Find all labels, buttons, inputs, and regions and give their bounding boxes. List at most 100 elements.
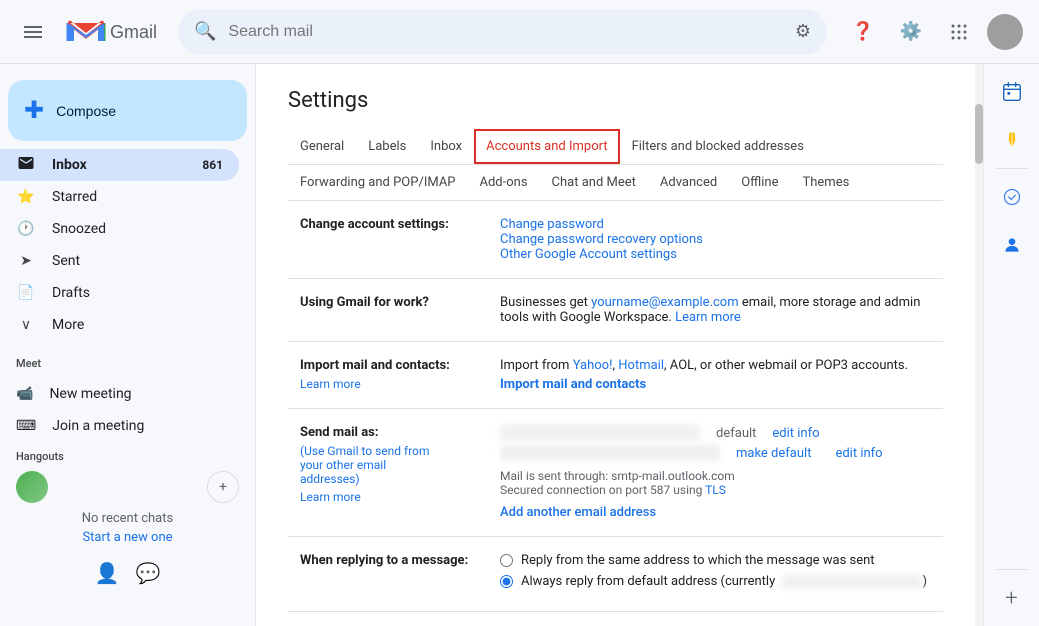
sidebar-item-starred[interactable]: ⭐ Starred bbox=[0, 181, 239, 213]
gmail-m-icon bbox=[66, 19, 106, 45]
tasks-icon[interactable] bbox=[992, 177, 1032, 217]
workspace-learn-more[interactable]: Learn more bbox=[675, 310, 741, 325]
radio-same-address[interactable] bbox=[500, 554, 513, 567]
google-account-link[interactable]: Other Google Account settings bbox=[500, 247, 677, 262]
person-icon[interactable]: 👤 bbox=[95, 561, 120, 585]
send-mail-learn-more[interactable]: Learn more bbox=[300, 490, 476, 504]
main-area: ✚ Compose Inbox 861 ⭐ Starred 🕐 Snoozed … bbox=[0, 64, 1039, 626]
sidebar-item-snoozed[interactable]: 🕐 Snoozed bbox=[0, 213, 239, 245]
add-app-button[interactable]: + bbox=[992, 578, 1032, 618]
snoozed-label: Snoozed bbox=[52, 221, 106, 237]
gmail-logo[interactable]: Gmail bbox=[66, 19, 162, 45]
radio-default-address[interactable] bbox=[500, 575, 513, 588]
sidebar-item-drafts[interactable]: 📄 Drafts bbox=[0, 277, 239, 309]
import-contacts-link[interactable]: Import mail and contacts bbox=[500, 377, 931, 392]
sidebar-bottom: 👤 💬 bbox=[0, 553, 255, 593]
meet-section-label: Meet bbox=[0, 349, 255, 378]
email-1-edit-link[interactable]: edit info bbox=[772, 426, 819, 441]
settings-table: Change account settings: Change password… bbox=[288, 201, 943, 612]
app-container: Gmail 🔍 ⚙ ❓ ⚙️ bbox=[0, 0, 1039, 626]
reply-to-label: When replying to a message: bbox=[300, 553, 468, 568]
smtp-info: Mail is sent through: smtp-mail.outlook.… bbox=[500, 469, 931, 497]
tab-general[interactable]: General bbox=[288, 129, 356, 164]
settings-tabs-row1: General Labels Inbox Accounts and Import… bbox=[288, 129, 943, 165]
tab-inbox[interactable]: Inbox bbox=[418, 129, 474, 164]
tab-forwarding[interactable]: Forwarding and POP/IMAP bbox=[288, 165, 468, 200]
email-1-address bbox=[500, 425, 700, 441]
tab-themes[interactable]: Themes bbox=[791, 165, 862, 200]
starred-label: Starred bbox=[52, 189, 97, 205]
tab-filters[interactable]: Filters and blocked addresses bbox=[620, 129, 816, 164]
hangouts-avatar bbox=[16, 471, 48, 503]
tab-addons[interactable]: Add-ons bbox=[468, 165, 540, 200]
tab-accounts[interactable]: Accounts and Import bbox=[474, 129, 619, 164]
sent-icon: ➤ bbox=[16, 253, 36, 269]
inbox-icon bbox=[16, 154, 36, 176]
no-recent-chats: No recent chats bbox=[16, 511, 239, 526]
sidebar-item-sent[interactable]: ➤ Sent bbox=[0, 245, 239, 277]
filter-icon[interactable]: ⚙ bbox=[795, 21, 811, 42]
section-reply-to: When replying to a message: Reply from t… bbox=[288, 537, 943, 612]
scrollbar-area bbox=[975, 64, 983, 626]
sidebar-item-join-meeting[interactable]: ⌨ Join a meeting bbox=[0, 410, 255, 442]
email-1-default-badge: default bbox=[716, 426, 756, 441]
email-2-make-default-link[interactable]: make default bbox=[736, 446, 811, 461]
gmail-text-icon: Gmail bbox=[110, 22, 162, 42]
right-sidebar-divider-2 bbox=[996, 569, 1028, 570]
section-gmail-work: Using Gmail for work? Businesses get you… bbox=[288, 279, 943, 342]
tab-advanced[interactable]: Advanced bbox=[648, 165, 729, 200]
sidebar-item-new-meeting[interactable]: 📹 New meeting bbox=[0, 378, 255, 410]
tls-link[interactable]: TLS bbox=[705, 483, 726, 497]
right-sidebar: + bbox=[983, 64, 1039, 626]
inbox-badge: 861 bbox=[202, 158, 223, 172]
start-new-chat[interactable]: Start a new one bbox=[16, 530, 239, 545]
hangouts-add-button[interactable]: + bbox=[207, 471, 239, 503]
search-input[interactable] bbox=[228, 23, 782, 41]
email-row-2: make default edit info bbox=[500, 445, 931, 461]
settings-button[interactable]: ⚙️ bbox=[891, 12, 931, 52]
drafts-icon: 📄 bbox=[16, 285, 36, 301]
radio-option-default-address: Always reply from default address (curre… bbox=[500, 574, 931, 589]
email-row-1: default edit info bbox=[500, 425, 931, 441]
radio-option-same-address: Reply from the same address to which the… bbox=[500, 553, 931, 568]
email-2-edit-link[interactable]: edit info bbox=[835, 446, 882, 461]
join-meeting-label: Join a meeting bbox=[52, 418, 144, 434]
radio-default-address-label: Always reply from default address (curre… bbox=[521, 574, 927, 589]
calendar-icon[interactable] bbox=[992, 72, 1032, 112]
example-email-link[interactable]: yourname@example.com bbox=[591, 295, 738, 310]
compose-button[interactable]: ✚ Compose bbox=[8, 80, 247, 141]
tab-chat[interactable]: Chat and Meet bbox=[540, 165, 648, 200]
new-meeting-icon: 📹 bbox=[16, 386, 33, 402]
chat-icon[interactable]: 💬 bbox=[136, 561, 161, 585]
change-password-link[interactable]: Change password bbox=[500, 217, 604, 232]
tab-labels[interactable]: Labels bbox=[356, 129, 418, 164]
contacts-icon[interactable] bbox=[992, 225, 1032, 265]
change-recovery-link[interactable]: Change password recovery options bbox=[500, 232, 703, 247]
sidebar-item-inbox[interactable]: Inbox 861 bbox=[0, 149, 239, 181]
avatar[interactable] bbox=[987, 14, 1023, 50]
sidebar-item-more[interactable]: ∨ More bbox=[0, 309, 239, 341]
apps-button[interactable] bbox=[939, 12, 979, 52]
more-chevron-icon: ∨ bbox=[16, 317, 36, 333]
section-import-mail: Import mail and contacts: Learn more Imp… bbox=[288, 342, 943, 409]
top-bar-actions: ❓ ⚙️ bbox=[843, 12, 1023, 52]
yahoo-link[interactable]: Yahoo! bbox=[573, 358, 613, 373]
section-change-account: Change account settings: Change password… bbox=[288, 201, 943, 279]
import-description: Import from Yahoo!, Hotmail, AOL, or oth… bbox=[500, 358, 908, 373]
import-learn-more[interactable]: Learn more bbox=[300, 377, 476, 391]
section-send-mail: Send mail as: (Use Gmail to send fromyou… bbox=[288, 409, 943, 537]
send-mail-sublabel: (Use Gmail to send fromyour other emaila… bbox=[300, 444, 476, 486]
settings-tabs-row2: Forwarding and POP/IMAP Add-ons Chat and… bbox=[288, 165, 943, 201]
keep-icon[interactable] bbox=[992, 120, 1032, 160]
help-button[interactable]: ❓ bbox=[843, 12, 883, 52]
add-email-link[interactable]: Add another email address bbox=[500, 505, 931, 520]
hotmail-link[interactable]: Hotmail bbox=[618, 358, 664, 373]
settings-content: Settings General Labels Inbox Accounts a… bbox=[256, 64, 975, 626]
hamburger-menu[interactable] bbox=[16, 15, 50, 49]
import-mail-label: Import mail and contacts: bbox=[300, 358, 450, 373]
tab-offline[interactable]: Offline bbox=[729, 165, 790, 200]
apps-grid-icon bbox=[949, 22, 969, 42]
gmail-work-label: Using Gmail for work? bbox=[300, 295, 429, 310]
sidebar: ✚ Compose Inbox 861 ⭐ Starred 🕐 Snoozed … bbox=[0, 64, 256, 626]
scrollbar-thumb[interactable] bbox=[975, 104, 983, 164]
